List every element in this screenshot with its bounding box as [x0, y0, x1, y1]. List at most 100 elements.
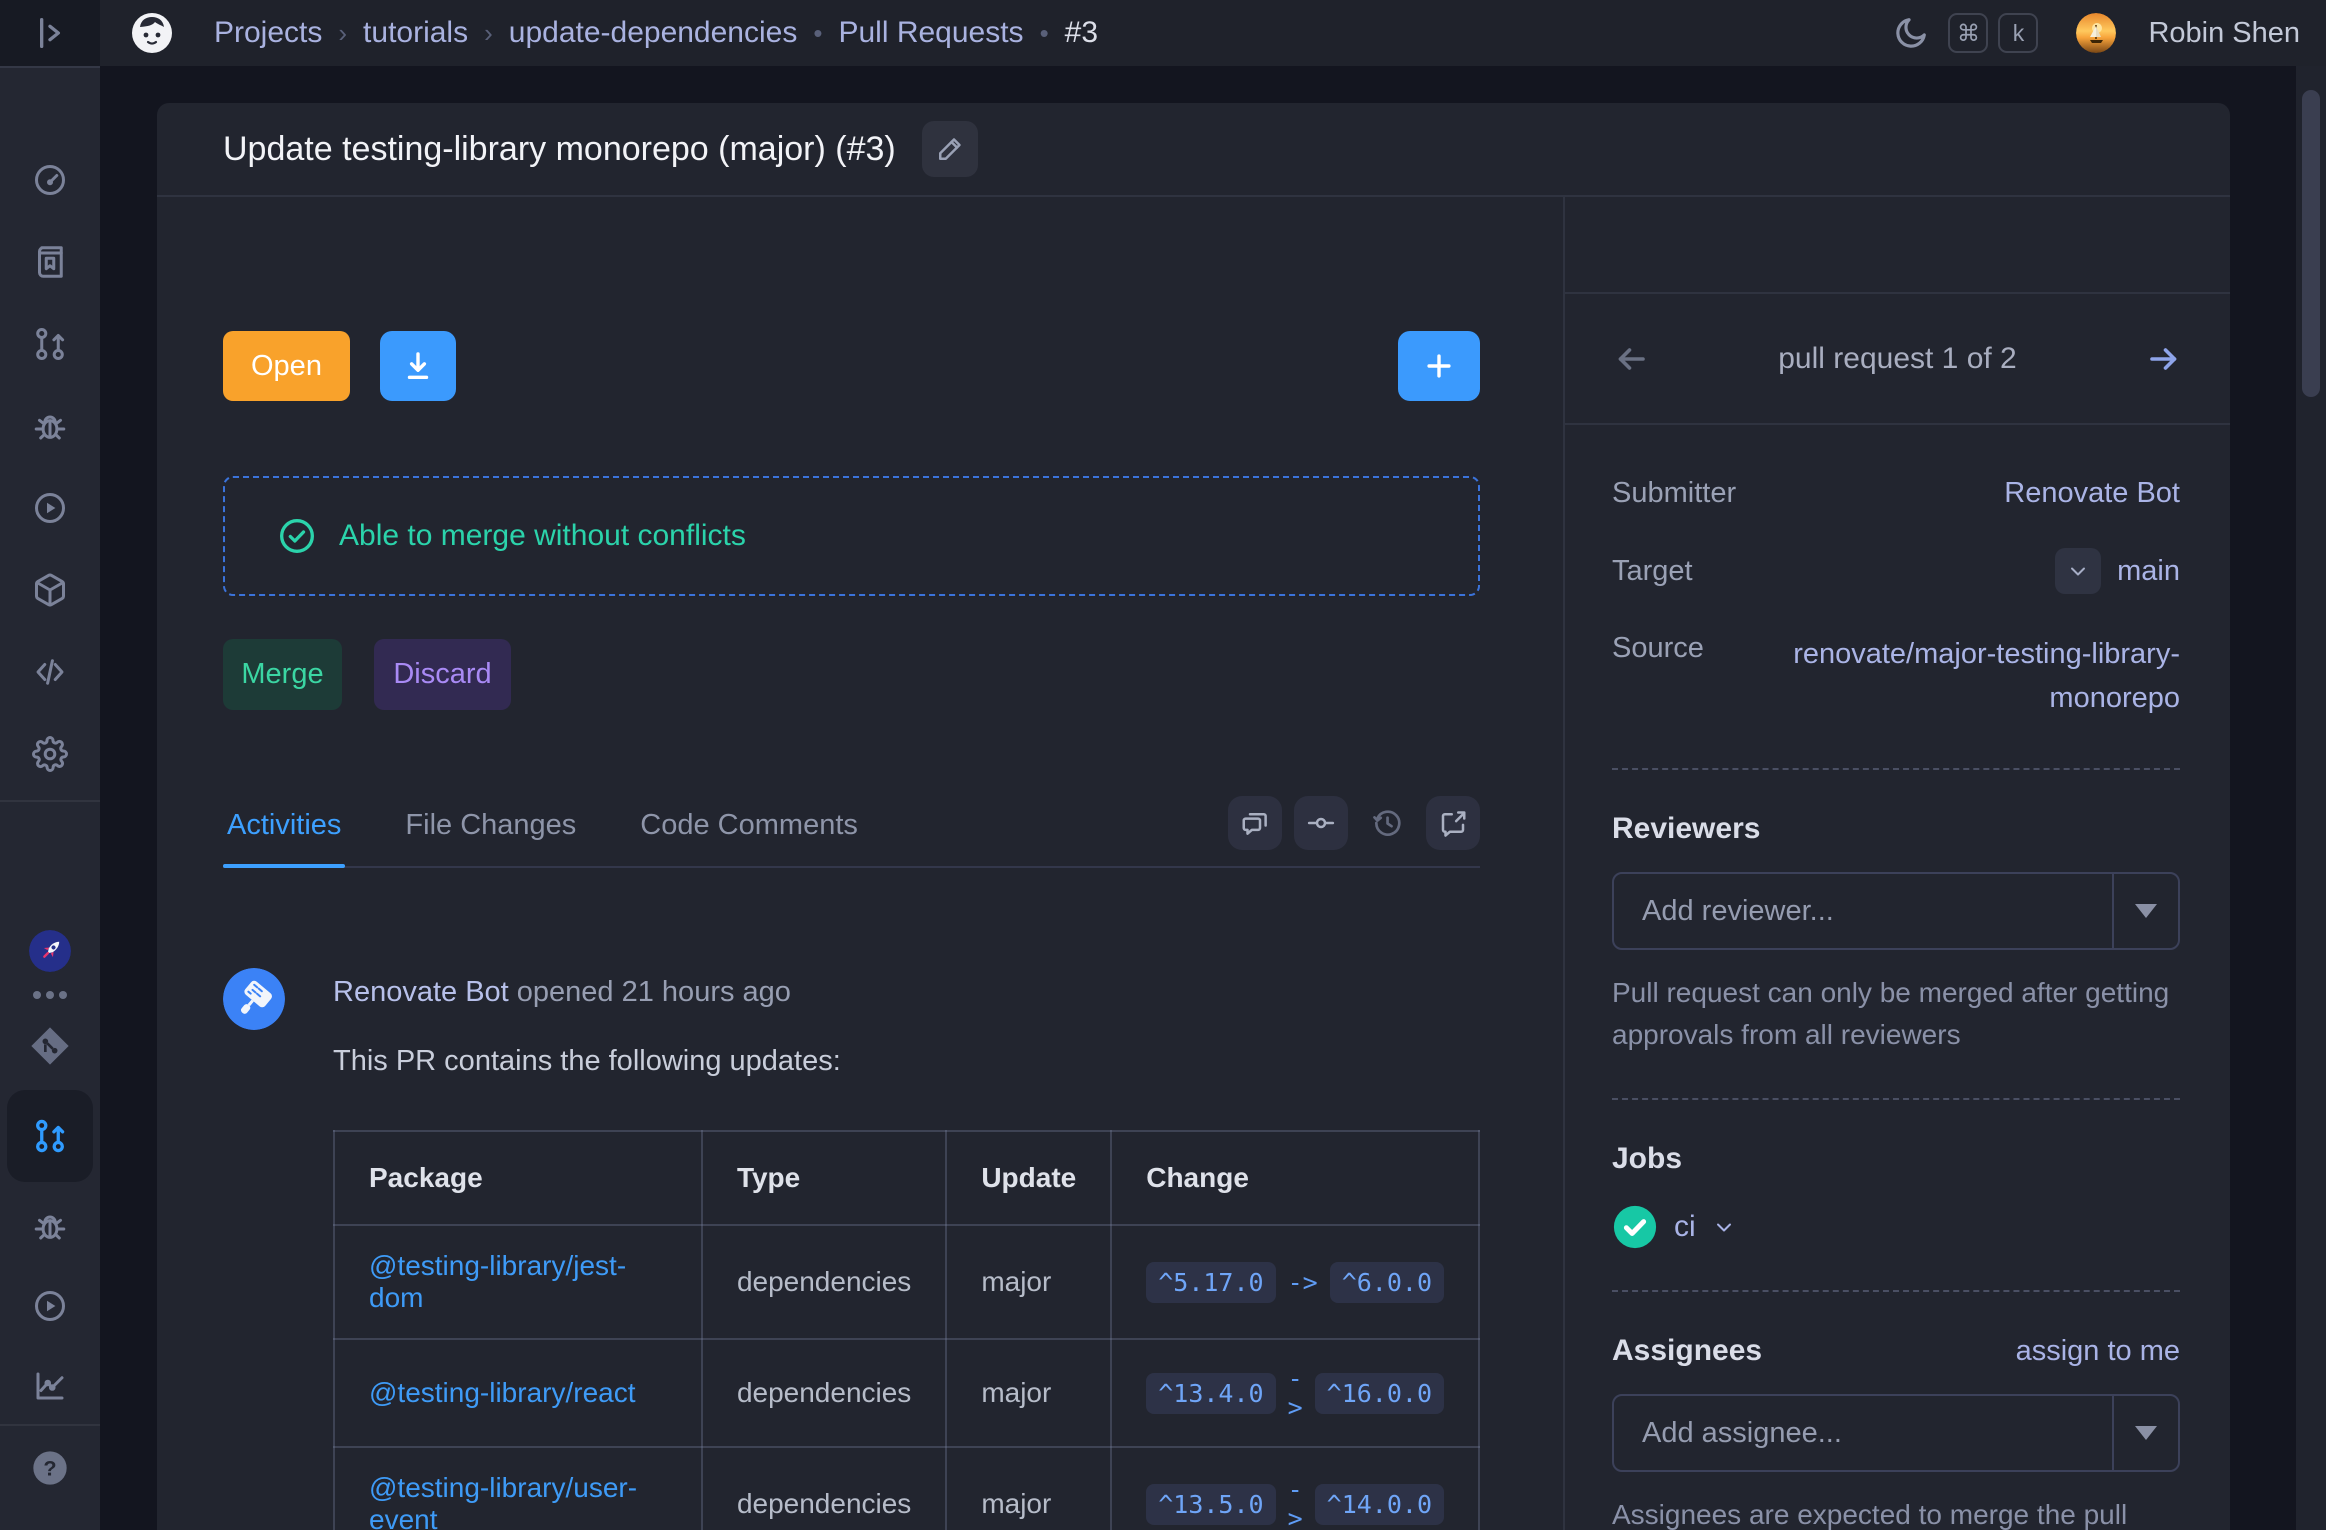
- pull-requests-icon[interactable]: [32, 326, 68, 362]
- col-header-type: Type: [702, 1131, 946, 1225]
- docs-book-icon[interactable]: [32, 244, 68, 280]
- scrollbar-thumb[interactable]: [2302, 90, 2320, 397]
- change-cell: ^13.4.0->^16.0.0: [1146, 1364, 1444, 1422]
- sidebar-divider: [0, 1424, 100, 1426]
- pr-side-panel: pull request 1 of 2 Submitter Renovate B…: [1563, 197, 2230, 1530]
- change-cell: ^13.5.0 -> ^14.0.0: [1146, 1475, 1444, 1530]
- prev-pr-arrow-icon[interactable]: [1613, 341, 1649, 377]
- activity-body-text: This PR contains the following updates:: [333, 1045, 1480, 1078]
- updates-table: Package Type Update Change @testing-libr…: [333, 1130, 1480, 1530]
- sidebar-expand-button[interactable]: [0, 0, 100, 66]
- update-cell: major: [946, 1225, 1111, 1339]
- code-icon[interactable]: [32, 654, 68, 690]
- sidebar-item-pull-requests-active[interactable]: [7, 1090, 93, 1182]
- col-header-package: Package: [334, 1131, 702, 1225]
- project-builds-play-icon[interactable]: [32, 1288, 68, 1324]
- commit-icon: [1306, 808, 1336, 838]
- packages-icon[interactable]: [32, 572, 68, 608]
- job-chevron-down-icon[interactable]: [1712, 1215, 1736, 1239]
- pr-pagination: pull request 1 of 2: [1565, 292, 2230, 425]
- download-icon: [401, 349, 435, 383]
- change-arrow: ->: [1288, 1475, 1303, 1530]
- add-reviewer-select[interactable]: Add reviewer...: [1612, 872, 2180, 950]
- open-comment-external-button[interactable]: [1426, 796, 1480, 850]
- assign-to-me-link[interactable]: assign to me: [2016, 1335, 2180, 1368]
- package-link[interactable]: @testing-library/user-event: [369, 1472, 637, 1530]
- add-comment-button[interactable]: [1398, 331, 1480, 401]
- table-row: @testing-library/react dependencies majo…: [334, 1339, 1479, 1447]
- breadcrumb-separator: •: [1040, 18, 1049, 49]
- job-success-check-icon: [1612, 1204, 1658, 1250]
- package-link[interactable]: @testing-library/react: [369, 1377, 636, 1408]
- page-title: Update testing-library monorepo (major) …: [223, 130, 896, 169]
- panel-divider: [1612, 1098, 2180, 1100]
- select-caret: [2112, 874, 2178, 948]
- type-cell: dependencies: [702, 1339, 946, 1447]
- panel-divider: [1612, 768, 2180, 770]
- breadcrumb-pull-requests[interactable]: Pull Requests: [838, 16, 1023, 50]
- table-row: @testing-library/jest-dom dependencies m…: [334, 1225, 1479, 1339]
- tab-file-changes[interactable]: File Changes: [401, 809, 580, 866]
- submitter-value[interactable]: Renovate Bot: [2004, 477, 2180, 510]
- show-commits-button[interactable]: [1294, 796, 1348, 850]
- target-branch-dropdown-button[interactable]: [2055, 548, 2101, 594]
- renovate-bot-avatar[interactable]: [223, 968, 285, 1030]
- add-reviewer-placeholder: Add reviewer...: [1614, 874, 2112, 948]
- update-cell: major: [946, 1339, 1111, 1447]
- sidebar-divider: [0, 800, 100, 802]
- job-ci-link[interactable]: ci: [1674, 1210, 1696, 1244]
- user-avatar[interactable]: [2076, 13, 2116, 53]
- project-issues-bug-icon[interactable]: [32, 1208, 68, 1244]
- add-assignee-select[interactable]: Add assignee...: [1612, 1394, 2180, 1472]
- page-scrollbar: [2296, 66, 2326, 1530]
- submitter-label: Submitter: [1612, 477, 1736, 510]
- stats-chart-icon[interactable]: [32, 1368, 68, 1404]
- breadcrumb-projects[interactable]: Projects: [214, 16, 322, 50]
- tab-code-comments[interactable]: Code Comments: [636, 809, 862, 866]
- breadcrumb-repo[interactable]: update-dependencies: [509, 16, 798, 50]
- change-arrow: ->: [1288, 1268, 1318, 1297]
- project-avatar-rocket[interactable]: [29, 930, 71, 972]
- activity-author-link[interactable]: Renovate Bot: [333, 976, 509, 1008]
- source-branch-link[interactable]: renovate/major-testing-library-monorepo: [1740, 632, 2180, 720]
- version-to: ^6.0.0: [1330, 1262, 1444, 1303]
- merge-button[interactable]: Merge: [223, 639, 342, 710]
- pr-pagination-label: pull request 1 of 2: [1649, 342, 2146, 376]
- theme-toggle-moon-icon[interactable]: [1892, 14, 1930, 52]
- activity-meta: opened 21 hours ago: [509, 976, 791, 1008]
- more-ellipsis-icon[interactable]: [32, 990, 68, 1000]
- breadcrumb-separator: ›: [338, 18, 347, 49]
- issues-bug-icon[interactable]: [32, 408, 68, 444]
- target-branch-link[interactable]: main: [2117, 555, 2180, 588]
- package-link[interactable]: @testing-library/jest-dom: [369, 1250, 626, 1313]
- builds-play-icon[interactable]: [32, 490, 68, 526]
- activity-item: Renovate Bot opened 21 hours ago This PR…: [223, 968, 1480, 1530]
- version-from: ^13.5.0: [1146, 1484, 1275, 1525]
- help-icon[interactable]: ?: [30, 1448, 70, 1488]
- history-button[interactable]: [1360, 796, 1414, 850]
- dashboard-icon[interactable]: [32, 162, 68, 198]
- reviewers-heading: Reviewers: [1612, 812, 2180, 846]
- download-patch-button[interactable]: [380, 331, 456, 401]
- edit-title-button[interactable]: [922, 121, 978, 177]
- version-to: ^14.0.0: [1315, 1484, 1444, 1525]
- source-label: Source: [1612, 632, 1704, 665]
- git-icon[interactable]: [30, 1026, 70, 1066]
- user-name[interactable]: Robin Shen: [2148, 17, 2300, 50]
- app-logo-icon[interactable]: [130, 11, 174, 55]
- breadcrumb-separator: •: [813, 18, 822, 49]
- shortcut-cmd-key[interactable]: ⌘: [1948, 13, 1988, 53]
- version-to: ^16.0.0: [1315, 1373, 1444, 1414]
- show-comments-button[interactable]: [1228, 796, 1282, 850]
- plus-icon: [1422, 349, 1456, 383]
- version-from: ^5.17.0: [1146, 1262, 1275, 1303]
- breadcrumb-project[interactable]: tutorials: [363, 16, 468, 50]
- discard-button[interactable]: Discard: [374, 639, 511, 710]
- next-pr-arrow-icon[interactable]: [2146, 341, 2182, 377]
- settings-gear-icon[interactable]: [32, 736, 68, 772]
- jobs-heading: Jobs: [1612, 1142, 2180, 1176]
- tab-activities[interactable]: Activities: [223, 809, 345, 866]
- shortcut-k-key[interactable]: k: [1998, 13, 2038, 53]
- change-arrow: ->: [1288, 1364, 1303, 1422]
- pencil-icon: [935, 134, 965, 164]
